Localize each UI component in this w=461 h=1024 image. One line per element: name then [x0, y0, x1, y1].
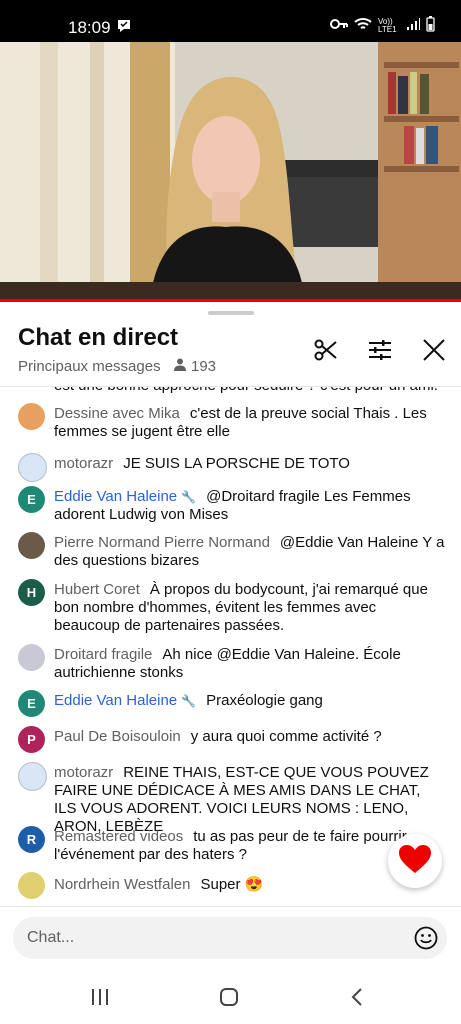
- drag-handle[interactable]: [208, 311, 254, 315]
- message-author[interactable]: Dessine avec Mika: [54, 405, 180, 422]
- message-text: Praxéologie gang: [206, 692, 323, 709]
- battery-icon: [426, 16, 435, 35]
- home-icon[interactable]: [219, 988, 239, 1011]
- author-name: Eddie Van Haleine: [54, 692, 178, 709]
- chat-message-list[interactable]: est une bonne approche pour séduire ? c'…: [0, 387, 461, 907]
- recent-apps-icon[interactable]: [90, 988, 110, 1011]
- message-text: Super 😍: [200, 876, 264, 893]
- message-author[interactable]: Nordrhein Westfalen: [54, 876, 190, 893]
- network-label: Vo)) LTE1: [378, 16, 397, 34]
- avatar[interactable]: H: [18, 579, 45, 606]
- message-author[interactable]: Eddie Van Haleine 🔧: [54, 488, 196, 505]
- avatar[interactable]: [18, 453, 47, 482]
- avatar[interactable]: [18, 762, 47, 791]
- avatar[interactable]: [18, 403, 45, 430]
- chat-settings-sliders-icon[interactable]: [367, 337, 393, 363]
- avatar[interactable]: E: [18, 486, 45, 513]
- message-author[interactable]: Remastered videos: [54, 828, 183, 845]
- messenger-icon: [116, 18, 132, 39]
- signal-icon: [406, 17, 420, 34]
- video-player[interactable]: [0, 42, 461, 302]
- message-author[interactable]: Pierre Normand Pierre Normand: [54, 534, 270, 551]
- message-text: JE SUIS LA PORSCHE DE TOTO: [123, 455, 350, 472]
- clip-scissors-icon[interactable]: [313, 337, 339, 363]
- viewer-count-value: 193: [191, 358, 217, 375]
- message-text: est une bonne approche pour séduire ? c'…: [54, 387, 446, 395]
- chat-input-placeholder: Chat...: [27, 929, 75, 946]
- avatar[interactable]: R: [18, 826, 45, 853]
- status-time: 18:09: [68, 18, 111, 37]
- viewer-count: 193: [174, 358, 216, 375]
- avatar[interactable]: [18, 532, 45, 559]
- vpn-key-icon: [330, 18, 348, 33]
- avatar[interactable]: P: [18, 726, 45, 753]
- emoji-smile-icon[interactable]: [414, 926, 438, 955]
- message-author[interactable]: motorazr: [54, 455, 113, 472]
- person-icon: [174, 358, 186, 375]
- moderator-wrench-icon: 🔧: [181, 694, 197, 708]
- chat-input[interactable]: Chat...: [13, 917, 447, 959]
- heart-reaction-button[interactable]: [388, 834, 442, 888]
- message-author[interactable]: motorazr: [54, 764, 113, 781]
- message-author[interactable]: Eddie Van Haleine 🔧: [54, 692, 196, 709]
- video-frame-illustration: [0, 42, 461, 302]
- moderator-wrench-icon: 🔧: [181, 490, 197, 504]
- avatar[interactable]: [18, 872, 45, 899]
- input-divider: [0, 906, 461, 907]
- close-icon[interactable]: [421, 337, 447, 363]
- back-icon[interactable]: [350, 988, 364, 1011]
- avatar[interactable]: E: [18, 690, 45, 717]
- live-chat-panel: Chat en direct Principaux messages 193 e…: [0, 302, 461, 1024]
- chat-title: Chat en direct: [18, 324, 179, 351]
- message-author[interactable]: Droitard fragile: [54, 646, 152, 663]
- message-text: y aura quoi comme activité ?: [190, 728, 382, 745]
- status-bar: 18:09 Vo)) LTE1: [0, 0, 461, 42]
- wifi-icon: [354, 17, 372, 34]
- system-navigation-bar: [0, 970, 461, 1024]
- message-author[interactable]: Hubert Coret: [54, 581, 140, 598]
- heart-icon: [398, 844, 432, 879]
- author-name: Eddie Van Haleine: [54, 488, 178, 505]
- avatar[interactable]: [18, 644, 45, 671]
- message-author[interactable]: Paul De Boisouloin: [54, 728, 181, 745]
- chat-filter-dropdown[interactable]: Principaux messages: [18, 358, 161, 375]
